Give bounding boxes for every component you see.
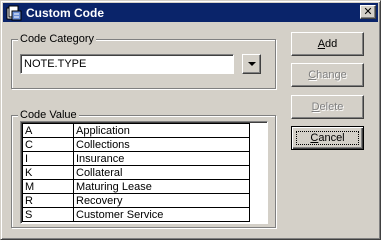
change-button-label: Change <box>308 69 347 81</box>
description-cell: Recovery <box>73 193 250 208</box>
close-icon: ✕ <box>363 5 373 18</box>
app-icon <box>6 5 22 21</box>
add-button[interactable]: Add <box>291 32 364 56</box>
code-value-table: A Application C Collections I Insurance … <box>22 123 250 222</box>
description-cell: Customer Service <box>73 207 250 222</box>
table-row[interactable]: A Application <box>22 123 250 138</box>
code-value-group: Code Value A Application C Collections I… <box>11 108 276 228</box>
table-row[interactable]: I Insurance <box>22 151 250 166</box>
window-title: Custom Code <box>26 5 104 20</box>
code-category-dropdown-button[interactable] <box>242 54 261 74</box>
title-bar[interactable]: Custom Code ✕ <box>3 3 378 22</box>
table-row[interactable]: K Collateral <box>22 165 250 180</box>
delete-button[interactable]: Delete <box>291 95 364 119</box>
code-category-value: NOTE.TYPE <box>24 58 87 70</box>
table-row[interactable]: S Customer Service <box>22 207 250 222</box>
code-cell: S <box>22 207 74 222</box>
code-value-legend: Code Value <box>18 108 79 122</box>
custom-code-dialog: Custom Code ✕ Code Category NOTE.TYPE Co… <box>0 0 381 240</box>
table-row[interactable]: C Collections <box>22 137 250 152</box>
code-cell: K <box>22 165 74 180</box>
code-cell: R <box>22 193 74 208</box>
code-cell: C <box>22 137 74 152</box>
cancel-button[interactable]: Cancel <box>291 126 364 150</box>
description-cell: Maturing Lease <box>73 179 250 194</box>
code-category-group: Code Category NOTE.TYPE <box>11 32 276 89</box>
chevron-down-icon <box>247 62 256 66</box>
add-button-label: Add <box>317 38 338 50</box>
description-cell: Application <box>73 123 250 138</box>
change-button[interactable]: Change <box>291 63 364 87</box>
delete-button-label: Delete <box>311 101 344 113</box>
code-value-list[interactable]: A Application C Collections I Insurance … <box>20 121 268 224</box>
code-category-combobox[interactable]: NOTE.TYPE <box>20 54 234 74</box>
code-category-legend: Code Category <box>18 32 96 46</box>
table-row[interactable]: R Recovery <box>22 193 250 208</box>
table-row[interactable]: M Maturing Lease <box>22 179 250 194</box>
description-cell: Collections <box>73 137 250 152</box>
description-cell: Collateral <box>73 165 250 180</box>
close-button[interactable]: ✕ <box>360 5 376 19</box>
code-cell: A <box>22 123 74 138</box>
focus-rectangle <box>296 131 359 145</box>
code-cell: I <box>22 151 74 166</box>
description-cell: Insurance <box>73 151 250 166</box>
code-cell: M <box>22 179 74 194</box>
